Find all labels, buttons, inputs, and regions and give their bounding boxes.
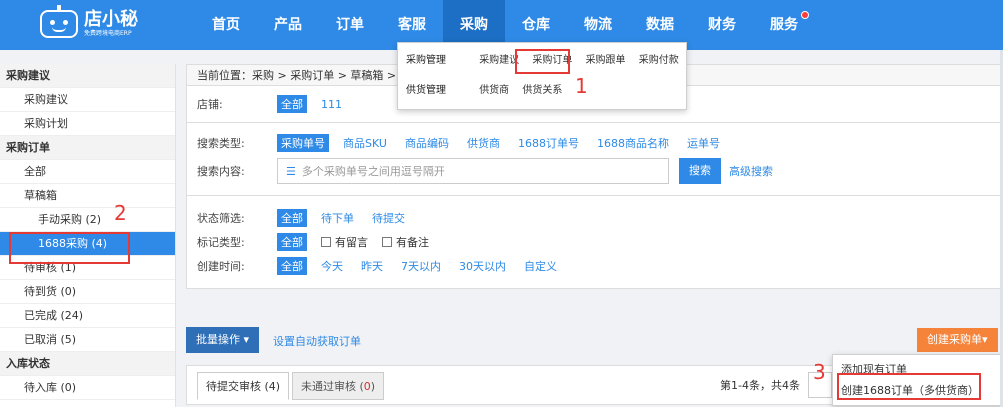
batch-operation-button[interactable]: 批量操作 ▾ xyxy=(186,327,260,353)
search-input[interactable]: ☰ 多个采购单号之间用逗号隔开 xyxy=(277,158,669,184)
nav-finance[interactable]: 财务 xyxy=(691,0,753,50)
created-option-today[interactable]: 今天 xyxy=(321,258,343,274)
dd-group-purchase-mgmt: 采购管理 xyxy=(406,55,446,66)
sidebar-item-drafts[interactable]: 草稿箱 xyxy=(0,184,175,208)
logo-name: 店小秘 xyxy=(84,9,138,30)
search-button[interactable]: 搜索 xyxy=(679,158,721,184)
sidebar-item-cancelled[interactable]: 已取消 (5) xyxy=(0,328,175,352)
advanced-search-link[interactable]: 高级搜索 xyxy=(729,163,773,179)
sidebar-item-all[interactable]: 全部 xyxy=(0,160,175,184)
sidebar-item-awaiting-arrival[interactable]: 待到货 (0) xyxy=(0,280,175,304)
robot-logo-icon xyxy=(40,5,78,38)
status-option-to-submit[interactable]: 待提交 xyxy=(372,210,405,226)
search-type-code[interactable]: 商品编码 xyxy=(405,135,449,151)
sidebar-heading-suggest: 采购建议 xyxy=(0,64,175,88)
annotation-number-2: 2 xyxy=(114,201,127,225)
search-type-1688-order[interactable]: 1688订单号 xyxy=(518,135,579,151)
tab-rejected-count: 0 xyxy=(363,380,371,393)
sidebar-item-completed[interactable]: 已完成 (24) xyxy=(0,304,175,328)
has-message-checkbox[interactable]: 有留言 xyxy=(321,234,368,250)
store-option-111[interactable]: 111 xyxy=(321,98,342,111)
sidebar-item-suggest[interactable]: 采购建议 xyxy=(0,88,175,112)
search-type-waybill[interactable]: 运单号 xyxy=(687,135,720,151)
search-panel: 搜索类型: 采购单号 商品SKU 商品编码 供货商 1688订单号 1688商品… xyxy=(186,123,1003,196)
mark-label: 标记类型: xyxy=(197,236,245,249)
highlight-box-2 xyxy=(9,232,130,264)
status-filter-panel: 状态筛选: 全部 待下单 待提交 标记类型: 全部 有留言 有备注 创建时间: … xyxy=(186,196,1003,289)
tab-pending-submit[interactable]: 待提交审核 (4) xyxy=(197,372,290,400)
tab-rejected-close: ) xyxy=(370,380,376,393)
nav-products[interactable]: 产品 xyxy=(257,0,319,50)
has-note-checkbox[interactable]: 有备注 xyxy=(382,234,429,250)
status-option-all[interactable]: 全部 xyxy=(277,209,307,227)
nav-service-label: 服务 xyxy=(770,17,798,33)
auto-fetch-link[interactable]: 设置自动获取订单 xyxy=(273,333,361,349)
created-option-30days[interactable]: 30天以内 xyxy=(459,258,506,274)
sidebar-item-manual[interactable]: 手动采购 (2) xyxy=(0,208,175,232)
logo[interactable]: 店小秘 免费跨境电商ERP xyxy=(40,4,138,44)
dd-link-suggest[interactable]: 采购建议 xyxy=(479,51,519,71)
search-type-supplier[interactable]: 供货商 xyxy=(467,135,500,151)
sidebar-item-awaiting-stock-in[interactable]: 待入库 (0) xyxy=(0,376,175,400)
store-option-all[interactable]: 全部 xyxy=(277,95,307,113)
nav-orders[interactable]: 订单 xyxy=(319,0,381,50)
action-toolbar: 批量操作 ▾ 设置自动获取订单 创建采购单▾ xyxy=(186,326,1003,356)
search-type-po-number[interactable]: 采购单号 xyxy=(277,134,329,152)
created-option-custom[interactable]: 自定义 xyxy=(524,258,557,274)
store-label: 店铺: xyxy=(197,98,223,111)
dd-link-supplier[interactable]: 供货商 xyxy=(479,81,509,101)
tab-rejected-label: 未通过审核 ( xyxy=(301,380,364,393)
nav-service[interactable]: 服务 xyxy=(753,0,815,50)
dd-link-supply-relation[interactable]: 供货关系 xyxy=(522,81,562,101)
search-type-1688-product[interactable]: 1688商品名称 xyxy=(597,135,669,151)
create-purchase-button[interactable]: 创建采购单▾ xyxy=(917,328,998,352)
highlight-box-3 xyxy=(837,373,981,400)
pager-info: 第1-4条，共4条 xyxy=(720,379,800,392)
created-option-yesterday[interactable]: 昨天 xyxy=(361,258,383,274)
annotation-number-3: 3 xyxy=(813,360,826,384)
sidebar-item-plan[interactable]: 采购计划 xyxy=(0,112,175,136)
sidebar-heading-orders: 采购订单 xyxy=(0,136,175,160)
nav-home[interactable]: 首页 xyxy=(195,0,257,50)
logo-subtitle: 免费跨境电商ERP xyxy=(84,30,132,37)
highlight-box-1 xyxy=(515,49,570,74)
sidebar-heading-stock-in: 入库状态 xyxy=(0,352,175,376)
created-option-all[interactable]: 全部 xyxy=(277,257,307,275)
created-option-7days[interactable]: 7天以内 xyxy=(401,258,441,274)
dd-link-tracking[interactable]: 采购跟单 xyxy=(586,51,626,71)
annotation-number-1: 1 xyxy=(575,74,588,98)
status-option-to-order[interactable]: 待下单 xyxy=(321,210,354,226)
tab-rejected[interactable]: 未通过审核 (0) xyxy=(292,372,385,400)
list-icon[interactable]: ☰ xyxy=(286,165,296,178)
dd-group-supply-mgmt: 供货管理 xyxy=(406,85,446,96)
search-content-label: 搜索内容: xyxy=(197,165,245,178)
mark-option-all[interactable]: 全部 xyxy=(277,233,307,251)
has-note-label: 有备注 xyxy=(396,236,429,249)
search-placeholder: 多个采购单号之间用逗号隔开 xyxy=(301,165,445,178)
notification-dot-icon xyxy=(801,11,809,19)
search-type-sku[interactable]: 商品SKU xyxy=(343,135,387,151)
dd-link-payment[interactable]: 采购付款 xyxy=(639,51,679,71)
created-label: 创建时间: xyxy=(197,260,245,273)
has-message-label: 有留言 xyxy=(335,236,368,249)
search-type-label: 搜索类型: xyxy=(197,137,245,150)
status-label: 状态筛选: xyxy=(197,212,245,225)
